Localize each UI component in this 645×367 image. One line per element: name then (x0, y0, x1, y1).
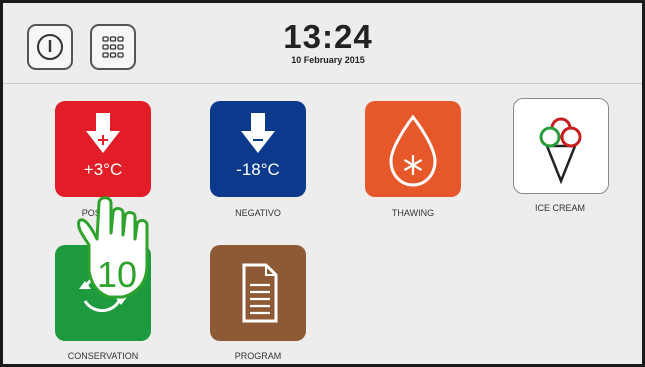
water-drop-snowflake-icon (389, 114, 437, 187)
header-divider (3, 83, 642, 84)
app-negativo-button[interactable]: -18°C (210, 101, 306, 197)
clock-date: 10 February 2015 (291, 55, 365, 65)
tap-hand-overlay: 10 (67, 183, 197, 333)
app-ice-cream-button[interactable] (513, 98, 609, 194)
power-button[interactable] (27, 24, 73, 70)
down-arrow-minus-icon (241, 113, 275, 153)
clock-time: 13:24 (283, 18, 373, 55)
power-icon (37, 34, 63, 60)
clock: 13:24 10 February 2015 (253, 18, 403, 66)
app-conservation-label: CONSERVATION (67, 351, 139, 361)
touch-screen: 13:24 10 February 2015 +3°C POSITIVO -18… (0, 0, 645, 367)
step-number: 10 (97, 254, 137, 295)
app-program-label: PROGRAM (234, 351, 282, 361)
negativo-temperature: -18°C (236, 160, 280, 179)
document-icon (242, 263, 278, 323)
tap-hand-icon: 10 (77, 196, 149, 299)
positivo-temperature: +3°C (83, 160, 123, 179)
menu-button[interactable] (90, 24, 136, 70)
ice-cream-cone-icon (539, 117, 582, 185)
app-program-button[interactable] (210, 245, 306, 341)
app-ice-cream-label: ICE CREAM (534, 203, 585, 213)
app-negativo-label: NEGATIVO (235, 208, 281, 218)
down-arrow-plus-icon (86, 113, 120, 153)
app-thawing-label: THAWING (391, 208, 435, 218)
header-bar: 13:24 10 February 2015 (3, 3, 642, 83)
grid-menu-icon (102, 36, 124, 58)
app-thawing-button[interactable] (365, 101, 461, 197)
